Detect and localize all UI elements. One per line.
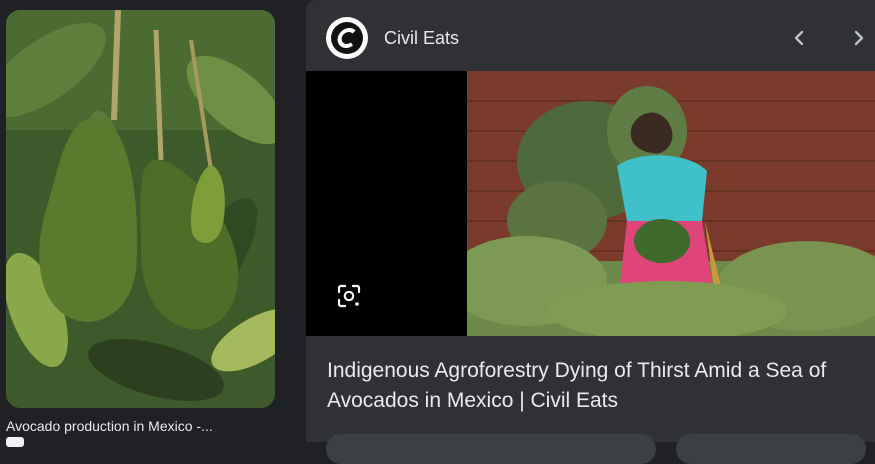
image-result-card[interactable]: Avocado production in Mexico -... bbox=[0, 0, 282, 447]
next-result-button[interactable] bbox=[844, 22, 874, 54]
lens-search-button[interactable] bbox=[334, 281, 364, 311]
avocado-image bbox=[6, 10, 275, 408]
share-button[interactable] bbox=[676, 434, 866, 464]
chevron-right-icon bbox=[854, 30, 864, 46]
preview-image-area[interactable] bbox=[306, 71, 875, 336]
source-favicon bbox=[6, 437, 24, 447]
source-logo-icon bbox=[331, 22, 363, 54]
result-title-link[interactable]: Indigenous Agroforestry Dying of Thirst … bbox=[327, 356, 872, 416]
image-preview-panel: Civil Eats Indigenous Agroforestry Dying… bbox=[306, 0, 875, 464]
civil-eats-logo[interactable] bbox=[326, 17, 368, 59]
image-result-caption[interactable]: Avocado production in Mexico -... bbox=[6, 418, 276, 434]
visit-button[interactable] bbox=[326, 434, 656, 464]
google-lens-icon bbox=[337, 284, 361, 308]
woman-in-garden-photo bbox=[467, 71, 875, 336]
chevron-left-icon bbox=[794, 30, 804, 46]
preview-header: Civil Eats bbox=[306, 0, 875, 72]
source-name[interactable]: Civil Eats bbox=[384, 28, 459, 49]
previous-result-button[interactable] bbox=[784, 22, 814, 54]
avocado-thumbnail[interactable] bbox=[6, 10, 275, 408]
